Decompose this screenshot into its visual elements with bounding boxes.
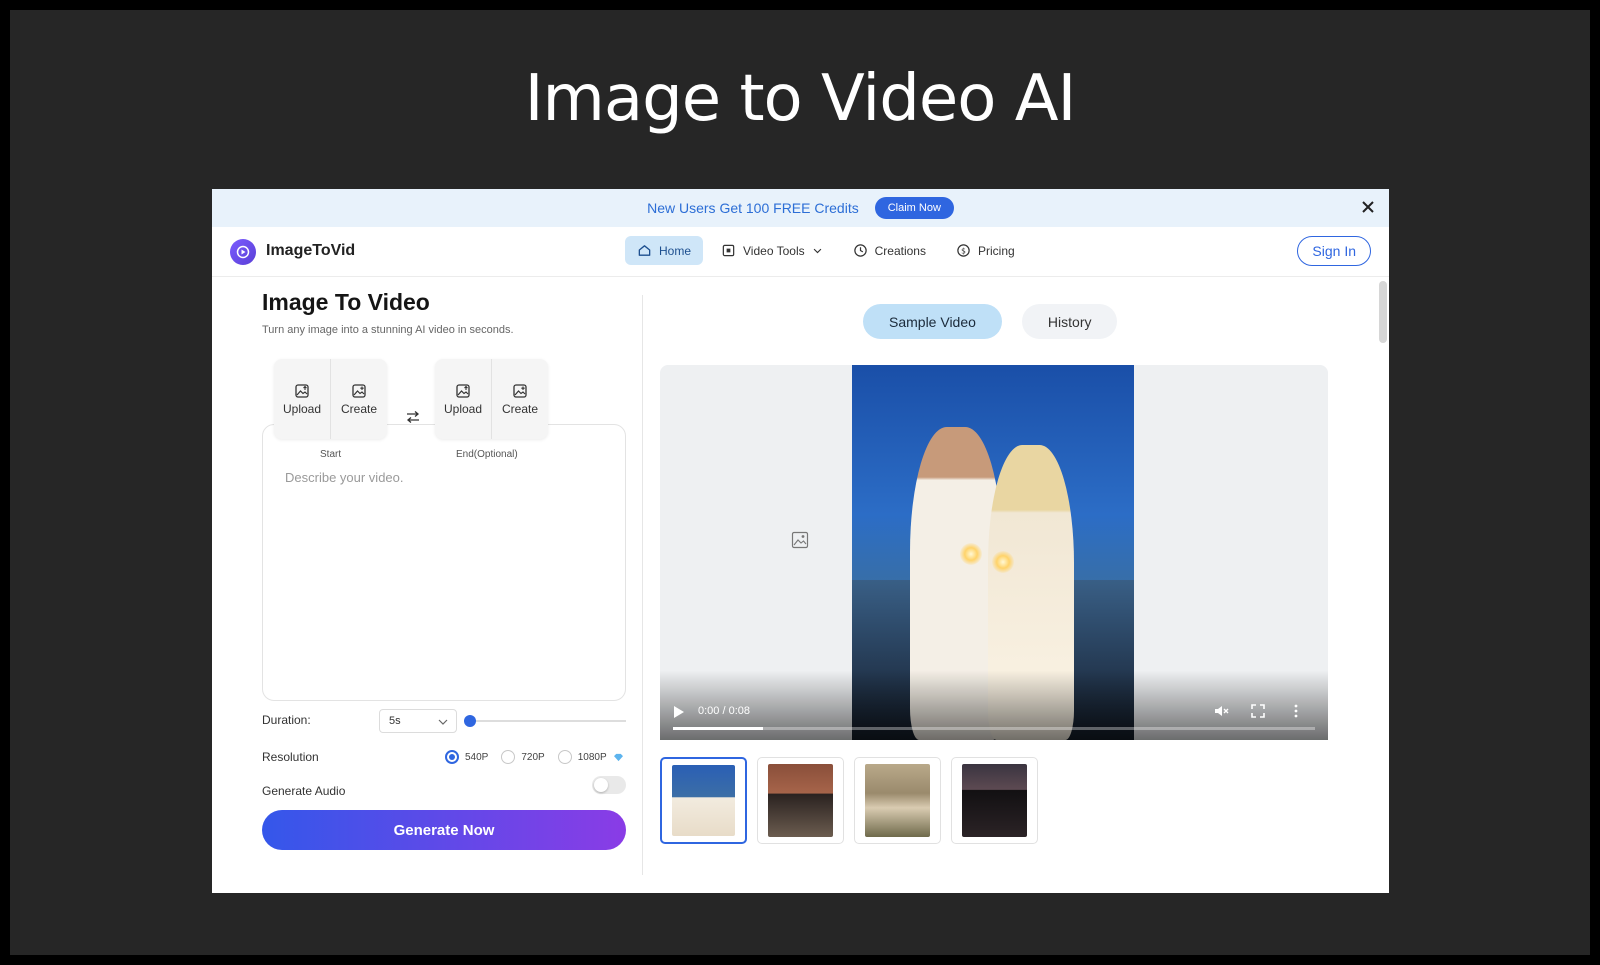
panel-divider [642, 295, 643, 875]
panel-title: Image To Video [262, 289, 430, 315]
start-upload-button[interactable]: Upload [274, 359, 330, 439]
create-label: Create [340, 401, 378, 416]
video-tools-icon [722, 244, 735, 257]
scrollbar[interactable] [1379, 281, 1387, 343]
duration-slider-track[interactable] [470, 720, 626, 722]
nav-item-label: Creations [874, 243, 926, 258]
sample-thumbnails [660, 757, 1038, 844]
play-icon[interactable] [674, 706, 684, 718]
clock-icon [853, 244, 867, 257]
resolution-label: Resolution [262, 750, 319, 764]
logo-text[interactable]: ImageToVid [266, 242, 355, 260]
diamond-icon [613, 753, 623, 761]
nav-item-pricing[interactable]: $ Pricing [944, 236, 1027, 265]
logo-icon[interactable] [230, 239, 256, 265]
end-caption: End(Optional) [456, 449, 518, 460]
radio-button[interactable] [445, 750, 459, 764]
generate-now-button[interactable]: Generate Now [262, 810, 626, 850]
thumbnail-beach-couple[interactable] [660, 757, 747, 844]
start-frame-uploader: Upload Create [274, 359, 387, 439]
thumbnail-night-street-woman[interactable] [951, 757, 1038, 844]
upload-label: Upload [443, 401, 483, 416]
mute-icon[interactable] [1213, 703, 1229, 719]
sign-in-button[interactable]: Sign In [1297, 236, 1371, 266]
more-options-icon[interactable] [1288, 703, 1304, 719]
resolution-options: 540P 720P 1080P [445, 750, 624, 764]
nav-menu: Home Video Tools Creations $ Pricing [625, 236, 1027, 265]
image-placeholder-icon [791, 531, 809, 549]
nav-item-home[interactable]: Home [625, 236, 704, 265]
image-create-icon [352, 383, 366, 398]
swap-icon[interactable] [405, 410, 421, 424]
start-caption: Start [320, 449, 342, 460]
video-progress-track[interactable] [673, 727, 1315, 730]
radio-button[interactable] [501, 750, 516, 764]
resolution-option-label: 720P [521, 751, 545, 763]
thumbnail-image [672, 765, 735, 836]
image-create-icon [513, 383, 527, 398]
fullscreen-icon[interactable] [1250, 703, 1266, 719]
home-icon [638, 245, 651, 256]
chevron-down-icon [813, 248, 821, 254]
end-upload-button[interactable]: Upload [435, 359, 491, 439]
thumbnail-image [962, 764, 1027, 837]
nav-item-label: Video Tools [743, 243, 805, 258]
thumbnail-hillside-woman[interactable] [854, 757, 941, 844]
preview-tabs: Sample Video History [863, 304, 1118, 339]
video-progress-fill [673, 727, 763, 730]
top-nav: ImageToVid Home Video Tools Creations $ … [212, 227, 1389, 277]
resolution-option-720p[interactable]: 720P [501, 750, 545, 764]
resolution-option-540p[interactable]: 540P [445, 750, 488, 764]
tab-sample-video[interactable]: Sample Video [863, 304, 1002, 339]
video-scene-sparkler [992, 551, 1014, 573]
thumbnail-image [768, 764, 833, 837]
thumbnail-city-woman[interactable] [757, 757, 844, 844]
resolution-option-1080p[interactable]: 1080P [557, 750, 624, 764]
create-label: Create [501, 401, 539, 416]
duration-value: 5s [389, 715, 401, 727]
generate-audio-toggle[interactable] [592, 776, 626, 794]
generate-audio-label: Generate Audio [262, 784, 346, 798]
nav-item-label: Pricing [977, 243, 1015, 258]
svg-text:$: $ [961, 246, 966, 255]
tab-history[interactable]: History [1021, 304, 1118, 339]
video-time: 0:00 / 0:08 [698, 705, 750, 717]
end-frame-uploader: Upload Create [435, 359, 548, 439]
nav-item-label: Home [659, 243, 692, 258]
chevron-down-icon [438, 719, 448, 725]
video-player[interactable]: 0:00 / 0:08 [660, 365, 1328, 740]
image-upload-icon [456, 383, 470, 398]
app-window: New Users Get 100 FREE Credits Claim Now… [212, 189, 1389, 893]
prompt-placeholder: Describe your video. [285, 470, 404, 485]
nav-item-video-tools[interactable]: Video Tools [709, 236, 835, 265]
slide-title: Image to Video AI [524, 62, 1077, 136]
video-scene-sparkler [960, 543, 982, 565]
close-icon[interactable] [1359, 198, 1377, 216]
generator-panel: Image To Video Turn any image into a stu… [262, 289, 628, 336]
end-create-button[interactable]: Create [491, 359, 548, 439]
image-upload-icon [295, 383, 309, 398]
resolution-option-label: 540P [465, 751, 489, 763]
start-create-button[interactable]: Create [330, 359, 387, 439]
duration-slider-thumb[interactable] [464, 715, 476, 727]
thumbnail-image [865, 764, 930, 837]
promo-banner: New Users Get 100 FREE Credits Claim Now [212, 189, 1389, 227]
radio-button[interactable] [557, 750, 572, 764]
pricing-icon: $ [957, 244, 970, 257]
panel-subtitle: Turn any image into a stunning AI video … [262, 324, 514, 336]
video-controls: 0:00 / 0:08 [660, 670, 1328, 740]
duration-label: Duration: [262, 713, 311, 727]
duration-select[interactable]: 5s [379, 709, 457, 733]
prompt-textarea[interactable] [262, 424, 626, 701]
resolution-option-label: 1080P [577, 751, 607, 763]
promo-text: New Users Get 100 FREE Credits [647, 200, 859, 216]
nav-item-creations[interactable]: Creations [841, 236, 938, 265]
upload-label: Upload [282, 401, 322, 416]
claim-now-button[interactable]: Claim Now [874, 197, 954, 219]
